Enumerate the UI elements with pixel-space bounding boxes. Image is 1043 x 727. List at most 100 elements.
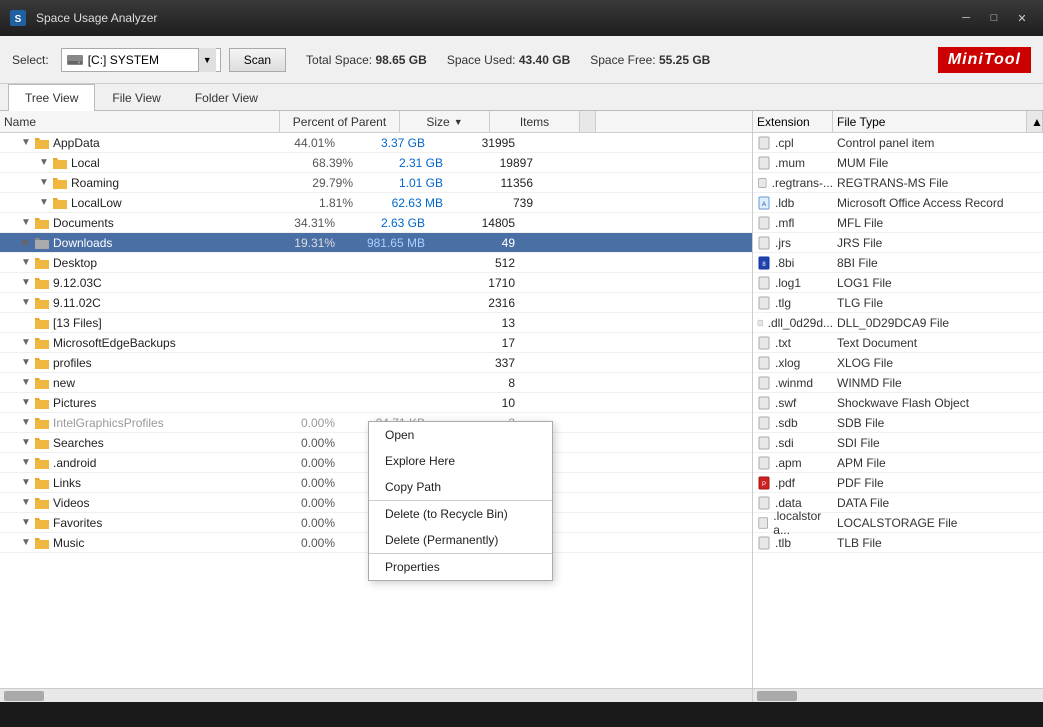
expand-icon[interactable]: ▼ (18, 537, 34, 548)
table-row[interactable]: ▶ [13 Files] 13 (0, 313, 752, 333)
folder-icon (34, 536, 50, 550)
list-item[interactable]: .jrsJRS File (753, 233, 1043, 253)
drive-selector[interactable]: [C:] SYSTEM ▼ (61, 48, 221, 72)
col-header-items[interactable]: Items (490, 111, 580, 132)
expand-icon[interactable]: ▼ (18, 437, 34, 448)
expand-icon[interactable]: ▼ (18, 297, 34, 308)
table-row[interactable]: ▼ 9.11.02C 2316 (0, 293, 752, 313)
ctx-properties[interactable]: Properties (369, 554, 552, 580)
list-item[interactable]: .cplControl panel item (753, 133, 1043, 153)
list-item[interactable]: 8.8bi8BI File (753, 253, 1043, 273)
folder-icon (34, 356, 50, 370)
table-row[interactable]: ▼ MicrosoftEdgeBackups 17 (0, 333, 752, 353)
horizontal-scrollbar[interactable] (0, 688, 752, 702)
file-icon (757, 356, 771, 370)
list-item[interactable]: .tlgTLG File (753, 293, 1043, 313)
list-item[interactable]: A.ldbMicrosoft Office Access Record (753, 193, 1043, 213)
list-item[interactable]: .tlbTLB File (753, 533, 1043, 553)
list-item[interactable]: .winmdWINMD File (753, 373, 1043, 393)
list-item[interactable]: .txtText Document (753, 333, 1043, 353)
expand-icon[interactable]: ▼ (18, 517, 34, 528)
list-item[interactable]: .localstor a...LOCALSTORAGE File (753, 513, 1043, 533)
expand-icon[interactable]: ▼ (18, 397, 34, 408)
close-button[interactable]: ✕ (1009, 8, 1035, 28)
col-header-size[interactable]: Size ▼ (400, 111, 490, 132)
folder-icon (34, 456, 50, 470)
ctx-delete-recycle[interactable]: Delete (to Recycle Bin) (369, 501, 552, 527)
table-row[interactable]: ▼ LocalLow 1.81% 62.63 MB 739 (0, 193, 752, 213)
select-label: Select: (12, 53, 49, 67)
window-controls: ─ □ ✕ (953, 8, 1035, 28)
tab-tree-view[interactable]: Tree View (8, 84, 95, 111)
expand-icon[interactable]: ▼ (18, 137, 34, 148)
file-icon (757, 436, 771, 450)
tab-file-view[interactable]: File View (95, 84, 177, 111)
table-row[interactable]: ▼ Roaming 29.79% 1.01 GB 11356 (0, 173, 752, 193)
list-item[interactable]: .sdiSDI File (753, 433, 1043, 453)
list-item[interactable]: .regtrans-...REGTRANS-MS File (753, 173, 1043, 193)
list-item[interactable]: .mumMUM File (753, 153, 1043, 173)
list-item[interactable]: .log1LOG1 File (753, 273, 1043, 293)
svg-text:P: P (762, 482, 766, 488)
expand-icon[interactable]: ▼ (36, 177, 52, 188)
table-row[interactable]: ▶ Downloads 19.31% 981.65 MB 49 (0, 233, 752, 253)
expand-icon[interactable]: ▼ (18, 477, 34, 488)
file-icon: P (757, 476, 771, 490)
folder-icon (52, 196, 68, 210)
table-row[interactable]: ▼ profiles 337 (0, 353, 752, 373)
col-header-filetype: File Type (833, 111, 1027, 132)
ctx-explore-here[interactable]: Explore Here (369, 448, 552, 474)
file-icon: 8 (757, 256, 771, 270)
list-item[interactable]: .mflMFL File (753, 213, 1043, 233)
file-icon (757, 416, 771, 430)
table-row[interactable]: ▼ Pictures 10 (0, 393, 752, 413)
table-row[interactable]: ▼ Desktop 512 (0, 253, 752, 273)
list-item[interactable]: .apmAPM File (753, 453, 1043, 473)
expand-icon[interactable]: ▼ (18, 357, 34, 368)
scrollbar-thumb[interactable] (4, 691, 44, 701)
expand-icon[interactable]: ▼ (18, 377, 34, 388)
expand-icon[interactable]: ▼ (18, 417, 34, 428)
expand-icon[interactable]: ▼ (18, 497, 34, 508)
right-horizontal-scrollbar[interactable] (753, 688, 1043, 702)
table-row[interactable]: ▼ Local 68.39% 2.31 GB 19897 (0, 153, 752, 173)
list-item[interactable]: .xlogXLOG File (753, 353, 1043, 373)
minimize-button[interactable]: ─ (953, 8, 979, 28)
folder-icon (34, 496, 50, 510)
list-item[interactable]: .sdbSDB File (753, 413, 1043, 433)
expand-icon[interactable]: ▼ (36, 197, 52, 208)
expand-icon[interactable]: ▼ (36, 157, 52, 168)
list-item[interactable]: .dll_0d29d...DLL_0D29DCA9 File (753, 313, 1043, 333)
folder-icon (52, 176, 68, 190)
maximize-button[interactable]: □ (981, 8, 1007, 28)
main-area: Name Percent of Parent Size ▼ Items ▼ Ap… (0, 111, 1043, 702)
list-item[interactable]: P.pdfPDF File (753, 473, 1043, 493)
ctx-open[interactable]: Open (369, 422, 552, 448)
drive-dropdown-arrow[interactable]: ▼ (198, 48, 216, 72)
col-header-percent[interactable]: Percent of Parent (280, 111, 400, 132)
list-item[interactable]: .swfShockwave Flash Object (753, 393, 1043, 413)
expand-icon[interactable]: ▼ (18, 337, 34, 348)
folder-icon (34, 396, 50, 410)
expand-icon[interactable]: ▼ (18, 257, 34, 268)
col-header-scroll (580, 111, 596, 132)
folder-icon (34, 256, 50, 270)
scan-button[interactable]: Scan (229, 48, 286, 72)
expand-icon[interactable]: ▼ (18, 217, 34, 228)
expand-icon[interactable]: ▼ (18, 277, 34, 288)
ctx-delete-permanently[interactable]: Delete (Permanently) (369, 527, 552, 554)
table-row[interactable]: ▼ AppData 44.01% 3.37 GB 31995 (0, 133, 752, 153)
right-scrollbar-thumb[interactable] (757, 691, 797, 701)
folder-icon (34, 136, 50, 150)
ctx-copy-path[interactable]: Copy Path (369, 474, 552, 501)
tab-folder-view[interactable]: Folder View (178, 84, 275, 111)
expand-icon[interactable]: ▶ (18, 237, 34, 248)
app-title: Space Usage Analyzer (36, 11, 953, 25)
file-icon (757, 396, 771, 410)
table-row[interactable]: ▼ Documents 34.31% 2.63 GB 14805 (0, 213, 752, 233)
table-row[interactable]: ▼ 9.12.03C 1710 (0, 273, 752, 293)
folder-icon (34, 296, 50, 310)
table-row[interactable]: ▼ new 8 (0, 373, 752, 393)
folder-icon (34, 436, 50, 450)
expand-icon[interactable]: ▼ (18, 457, 34, 468)
